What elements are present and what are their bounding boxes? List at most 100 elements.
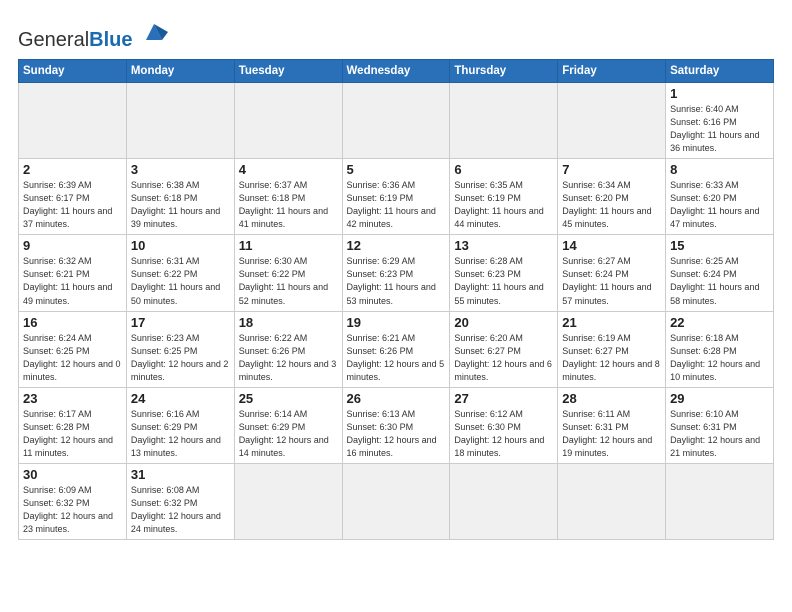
day-number: 4: [239, 162, 338, 177]
calendar-cell: 27 Sunrise: 6:12 AM Sunset: 6:30 PM Dayli…: [450, 387, 558, 463]
day-info: Sunrise: 6:22 AM Sunset: 6:26 PM Dayligh…: [239, 332, 338, 384]
day-header-sunday: Sunday: [19, 60, 127, 83]
day-number: 5: [347, 162, 446, 177]
logo-blue: Blue: [89, 29, 132, 51]
day-info: Sunrise: 6:31 AM Sunset: 6:22 PM Dayligh…: [131, 255, 230, 307]
day-info: Sunrise: 6:23 AM Sunset: 6:25 PM Dayligh…: [131, 332, 230, 384]
day-info: Sunrise: 6:30 AM Sunset: 6:22 PM Dayligh…: [239, 255, 338, 307]
calendar-cell: 3 Sunrise: 6:38 AM Sunset: 6:18 PM Daylig…: [126, 159, 234, 235]
day-header-thursday: Thursday: [450, 60, 558, 83]
day-number: 31: [131, 467, 230, 482]
day-number: 3: [131, 162, 230, 177]
day-header-wednesday: Wednesday: [342, 60, 450, 83]
day-number: 26: [347, 391, 446, 406]
day-number: 14: [562, 238, 661, 253]
calendar-cell: 5 Sunrise: 6:36 AM Sunset: 6:19 PM Daylig…: [342, 159, 450, 235]
calendar-cell: 20Sunrise: 6:20 AM Sunset: 6:27 PM Dayli…: [450, 311, 558, 387]
day-number: 11: [239, 238, 338, 253]
calendar-cell: 23Sunrise: 6:17 AM Sunset: 6:28 PM Dayli…: [19, 387, 127, 463]
day-info: Sunrise: 6:40 AM Sunset: 6:16 PM Dayligh…: [670, 103, 769, 155]
day-number: 29: [670, 391, 769, 406]
logo: GeneralBlue: [18, 18, 168, 51]
day-number: 6: [454, 162, 553, 177]
calendar-cell: [234, 83, 342, 159]
header: GeneralBlue: [18, 18, 774, 51]
day-info: Sunrise: 6:39 AM Sunset: 6:17 PM Dayligh…: [23, 179, 122, 231]
day-number: 2: [23, 162, 122, 177]
calendar-cell: [450, 463, 558, 539]
calendar-cell: 19Sunrise: 6:21 AM Sunset: 6:26 PM Dayli…: [342, 311, 450, 387]
page: GeneralBlue SundayMondayTuesdayWednesday…: [0, 0, 792, 612]
logo-general: General: [18, 29, 89, 51]
day-info: Sunrise: 6:35 AM Sunset: 6:19 PM Dayligh…: [454, 179, 553, 231]
day-info: Sunrise: 6:11 AM Sunset: 6:31 PM Dayligh…: [562, 408, 661, 460]
day-info: Sunrise: 6:08 AM Sunset: 6:32 PM Dayligh…: [131, 484, 230, 536]
calendar-cell: 12Sunrise: 6:29 AM Sunset: 6:23 PM Dayli…: [342, 235, 450, 311]
day-number: 25: [239, 391, 338, 406]
calendar-cell: [450, 83, 558, 159]
calendar: SundayMondayTuesdayWednesdayThursdayFrid…: [18, 59, 774, 540]
calendar-cell: 4Sunrise: 6:37 AM Sunset: 6:18 PM Daylig…: [234, 159, 342, 235]
day-info: Sunrise: 6:25 AM Sunset: 6:24 PM Dayligh…: [670, 255, 769, 307]
calendar-cell: 18Sunrise: 6:22 AM Sunset: 6:26 PM Dayli…: [234, 311, 342, 387]
day-number: 24: [131, 391, 230, 406]
calendar-cell: [19, 83, 127, 159]
calendar-cell: 2 Sunrise: 6:39 AM Sunset: 6:17 PM Daylig…: [19, 159, 127, 235]
calendar-cell: 14 Sunrise: 6:27 AM Sunset: 6:24 PM Dayli…: [558, 235, 666, 311]
day-number: 7: [562, 162, 661, 177]
day-number: 15: [670, 238, 769, 253]
calendar-week-row: 1 Sunrise: 6:40 AM Sunset: 6:16 PM Daylig…: [19, 83, 774, 159]
calendar-cell: 26 Sunrise: 6:13 AM Sunset: 6:30 PM Dayli…: [342, 387, 450, 463]
day-info: Sunrise: 6:16 AM Sunset: 6:29 PM Dayligh…: [131, 408, 230, 460]
day-info: Sunrise: 6:34 AM Sunset: 6:20 PM Dayligh…: [562, 179, 661, 231]
day-info: Sunrise: 6:38 AM Sunset: 6:18 PM Dayligh…: [131, 179, 230, 231]
logo-text: GeneralBlue: [18, 29, 138, 51]
calendar-week-row: 23Sunrise: 6:17 AM Sunset: 6:28 PM Dayli…: [19, 387, 774, 463]
calendar-cell: [558, 83, 666, 159]
day-number: 9: [23, 238, 122, 253]
day-number: 13: [454, 238, 553, 253]
day-header-monday: Monday: [126, 60, 234, 83]
calendar-header-row: SundayMondayTuesdayWednesdayThursdayFrid…: [19, 60, 774, 83]
day-info: Sunrise: 6:12 AM Sunset: 6:30 PM Dayligh…: [454, 408, 553, 460]
day-number: 10: [131, 238, 230, 253]
calendar-cell: 22 Sunrise: 6:18 AM Sunset: 6:28 PM Dayli…: [666, 311, 774, 387]
day-number: 22: [670, 315, 769, 330]
calendar-cell: 21Sunrise: 6:19 AM Sunset: 6:27 PM Dayli…: [558, 311, 666, 387]
calendar-cell: 16Sunrise: 6:24 AM Sunset: 6:25 PM Dayli…: [19, 311, 127, 387]
calendar-cell: 10 Sunrise: 6:31 AM Sunset: 6:22 PM Dayli…: [126, 235, 234, 311]
calendar-cell: 15 Sunrise: 6:25 AM Sunset: 6:24 PM Dayli…: [666, 235, 774, 311]
day-number: 27: [454, 391, 553, 406]
day-number: 17: [131, 315, 230, 330]
day-info: Sunrise: 6:14 AM Sunset: 6:29 PM Dayligh…: [239, 408, 338, 460]
day-number: 8: [670, 162, 769, 177]
day-info: Sunrise: 6:13 AM Sunset: 6:30 PM Dayligh…: [347, 408, 446, 460]
day-number: 30: [23, 467, 122, 482]
calendar-cell: 25 Sunrise: 6:14 AM Sunset: 6:29 PM Dayli…: [234, 387, 342, 463]
calendar-cell: 13Sunrise: 6:28 AM Sunset: 6:23 PM Dayli…: [450, 235, 558, 311]
day-info: Sunrise: 6:36 AM Sunset: 6:19 PM Dayligh…: [347, 179, 446, 231]
day-info: Sunrise: 6:17 AM Sunset: 6:28 PM Dayligh…: [23, 408, 122, 460]
calendar-cell: 29Sunrise: 6:10 AM Sunset: 6:31 PM Dayli…: [666, 387, 774, 463]
day-number: 21: [562, 315, 661, 330]
calendar-week-row: 9Sunrise: 6:32 AM Sunset: 6:21 PM Daylig…: [19, 235, 774, 311]
calendar-cell: [558, 463, 666, 539]
calendar-cell: [126, 83, 234, 159]
day-header-friday: Friday: [558, 60, 666, 83]
calendar-cell: 8Sunrise: 6:33 AM Sunset: 6:20 PM Daylig…: [666, 159, 774, 235]
day-info: Sunrise: 6:18 AM Sunset: 6:28 PM Dayligh…: [670, 332, 769, 384]
calendar-cell: 31 Sunrise: 6:08 AM Sunset: 6:32 PM Dayli…: [126, 463, 234, 539]
day-info: Sunrise: 6:27 AM Sunset: 6:24 PM Dayligh…: [562, 255, 661, 307]
calendar-cell: [342, 463, 450, 539]
calendar-week-row: 30Sunrise: 6:09 AM Sunset: 6:32 PM Dayli…: [19, 463, 774, 539]
calendar-cell: 24 Sunrise: 6:16 AM Sunset: 6:29 PM Dayli…: [126, 387, 234, 463]
calendar-cell: [234, 463, 342, 539]
calendar-cell: 30Sunrise: 6:09 AM Sunset: 6:32 PM Dayli…: [19, 463, 127, 539]
calendar-week-row: 2 Sunrise: 6:39 AM Sunset: 6:17 PM Daylig…: [19, 159, 774, 235]
day-info: Sunrise: 6:20 AM Sunset: 6:27 PM Dayligh…: [454, 332, 553, 384]
logo-icon: [140, 18, 168, 46]
day-number: 1: [670, 86, 769, 101]
day-header-saturday: Saturday: [666, 60, 774, 83]
calendar-cell: 11 Sunrise: 6:30 AM Sunset: 6:22 PM Dayli…: [234, 235, 342, 311]
calendar-cell: 6 Sunrise: 6:35 AM Sunset: 6:19 PM Daylig…: [450, 159, 558, 235]
